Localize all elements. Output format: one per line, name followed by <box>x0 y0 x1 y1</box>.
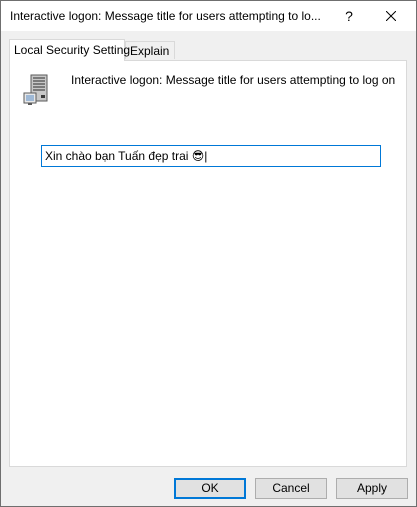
close-icon <box>386 11 396 21</box>
tab-explain[interactable]: Explain <box>125 41 175 59</box>
title-bar: Interactive logon: Message title for use… <box>1 1 416 31</box>
ok-button[interactable]: OK <box>174 478 246 499</box>
help-button[interactable]: ? <box>336 1 362 31</box>
cancel-button[interactable]: Cancel <box>255 478 327 499</box>
server-computer-icon <box>23 74 48 105</box>
close-button[interactable] <box>368 1 414 31</box>
policy-properties-dialog: Interactive logon: Message title for use… <box>0 0 417 507</box>
local-security-setting-panel: Interactive logon: Message title for use… <box>9 60 407 467</box>
apply-button[interactable]: Apply <box>336 478 408 499</box>
help-label: ? <box>345 8 353 24</box>
tab-local-security-setting[interactable]: Local Security Setting <box>9 39 130 61</box>
message-title-input[interactable] <box>41 145 381 167</box>
window-title: Interactive logon: Message title for use… <box>10 9 321 23</box>
policy-name: Interactive logon: Message title for use… <box>71 73 396 87</box>
